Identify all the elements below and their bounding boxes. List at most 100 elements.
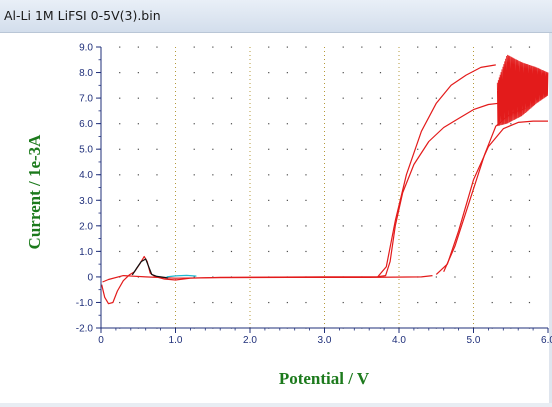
grid-dot — [230, 174, 233, 176]
grid-dot — [435, 97, 437, 99]
grid-dot — [119, 174, 121, 176]
grid-dot — [379, 72, 382, 74]
grid-dot — [342, 301, 344, 304]
grid-dot — [379, 148, 382, 150]
grid-dot — [286, 174, 288, 176]
grid-dot — [230, 97, 233, 99]
grid-layer — [119, 46, 531, 329]
grid-dot — [361, 225, 363, 227]
grid-dot — [156, 250, 158, 253]
grid-dot — [156, 97, 158, 99]
grid-dot — [230, 250, 233, 253]
grid-dot — [435, 72, 437, 74]
grid-dot — [379, 46, 382, 48]
grid-dot — [193, 250, 195, 253]
grid-dot — [454, 148, 456, 150]
grid-dot — [305, 301, 307, 304]
grid-dot — [156, 148, 158, 150]
grid-dot — [435, 250, 437, 253]
grid-dot — [491, 250, 493, 253]
grid-dot — [491, 72, 493, 74]
grid-dot — [361, 46, 363, 48]
grid-dot — [417, 199, 419, 201]
grid-dot — [305, 174, 307, 176]
grid-dot — [230, 46, 233, 48]
grid-dot — [193, 199, 195, 201]
grid-dot — [417, 225, 419, 227]
y-tick-label: -2.0 — [76, 324, 94, 335]
series-0-segment-3 — [443, 107, 526, 273]
grid-dot — [379, 250, 382, 253]
grid-dot — [528, 225, 531, 227]
grid-dot — [137, 250, 139, 253]
grid-dot — [454, 123, 456, 125]
grid-dot — [268, 123, 270, 125]
grid-dot — [454, 174, 456, 176]
x-tick-label: 6.0 — [541, 335, 552, 346]
grid-dot — [137, 72, 139, 74]
grid-dot — [361, 97, 363, 99]
grid-dot — [454, 301, 456, 304]
grid-dot — [212, 199, 214, 201]
x-axis-title: Potential / V — [279, 369, 370, 388]
grid-dot — [491, 148, 493, 150]
axis-layer: 0 1.0 2.0 3.0 4.0 5.0 6.0 -2.0 -1.0 0 1.0 2.0 3.0 4.0… — [76, 43, 552, 347]
grid-dot — [156, 301, 158, 304]
cv-chart: 0 1.0 2.0 3.0 4.0 5.0 6.0 -2.0 -1.0 0 1.0 2.0 3.0 4.0… — [25, 43, 552, 389]
grid-dot — [212, 301, 214, 304]
grid-dot — [510, 250, 512, 253]
grid-dot — [379, 199, 382, 201]
grid-dot — [305, 148, 307, 150]
grid-dot — [510, 46, 512, 48]
grid-dot — [137, 301, 139, 304]
grid-dot — [212, 148, 214, 150]
grid-dot — [528, 148, 531, 150]
grid-dot — [342, 72, 344, 74]
grid-dot — [156, 46, 158, 48]
grid-dot — [491, 301, 493, 304]
grid-dot — [212, 97, 214, 99]
grid-dot — [156, 123, 158, 125]
grid-dot — [156, 174, 158, 176]
grid-dot — [119, 72, 121, 74]
grid-dot — [119, 148, 121, 150]
y-tick-label: 5.0 — [79, 145, 93, 156]
grid-dot — [193, 148, 195, 150]
grid-dot — [119, 123, 121, 125]
y-tick-label: 2.0 — [79, 221, 93, 232]
grid-dot — [137, 123, 139, 125]
grid-dot — [417, 250, 419, 253]
grid-dot — [305, 199, 307, 201]
x-tick-label: 1.0 — [169, 335, 183, 346]
grid-dot — [528, 123, 531, 125]
grid-dot — [379, 123, 382, 125]
grid-dot — [491, 174, 493, 176]
y-tick-label: 7.0 — [79, 94, 93, 105]
grid-dot — [230, 225, 233, 227]
grid-dot — [454, 225, 456, 227]
grid-dot — [435, 174, 437, 176]
grid-dot — [119, 301, 121, 304]
grid-dot — [435, 225, 437, 227]
grid-dot — [268, 97, 270, 99]
grid-dot — [119, 97, 121, 99]
grid-dot — [268, 72, 270, 74]
grid-dot — [230, 148, 233, 150]
grid-dot — [361, 199, 363, 201]
grid-dot — [268, 174, 270, 176]
grid-dot — [417, 72, 419, 74]
grid-dot — [305, 225, 307, 227]
grid-dot — [435, 148, 437, 150]
grid-dot — [342, 225, 344, 227]
y-tick-label: 0 — [87, 272, 93, 283]
grid-dot — [119, 46, 121, 48]
x-tick-label: 5.0 — [467, 335, 481, 346]
grid-dot — [379, 301, 382, 304]
grid-dot — [417, 97, 419, 99]
y-tick-label: -1.0 — [76, 298, 94, 309]
grid-dot — [491, 225, 493, 227]
grid-dot — [361, 123, 363, 125]
grid-dot — [305, 72, 307, 74]
grid-dot — [491, 46, 493, 48]
grid-dot — [342, 46, 344, 48]
